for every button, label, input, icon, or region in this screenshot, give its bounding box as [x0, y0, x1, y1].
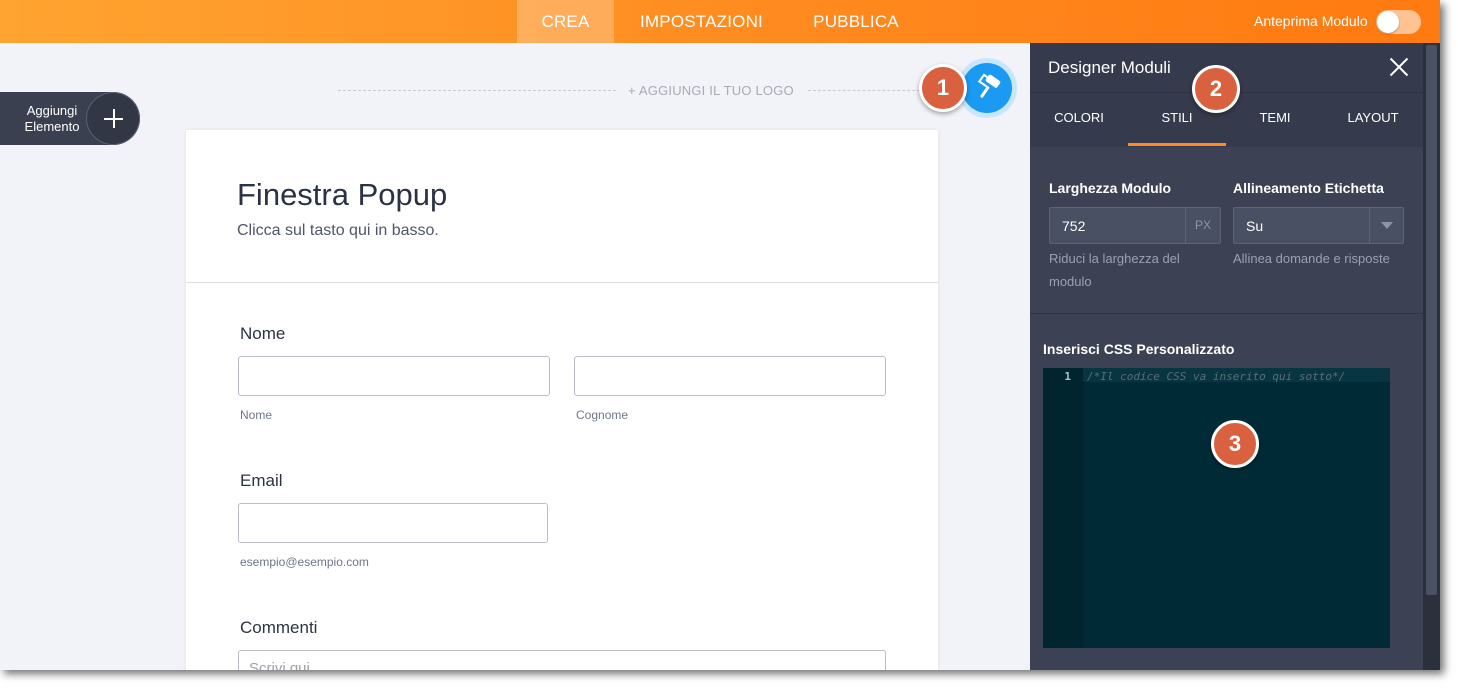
comments-question-label[interactable]: Commenti [240, 618, 317, 638]
last-name-input[interactable] [574, 356, 886, 396]
comments-textarea[interactable]: Scrivi qui... [238, 650, 886, 670]
form-designer-panel: Designer Moduli COLORI STILI TEMI LAYOUT… [1030, 43, 1440, 670]
form-subtitle[interactable]: Clicca sul tasto qui in basso. [237, 222, 439, 240]
top-nav-bar: CREA IMPOSTAZIONI PUBBLICA Anteprima Mod… [0, 0, 1440, 43]
name-question-label[interactable]: Nome [240, 324, 285, 344]
logo-dashed-line-right [808, 90, 920, 91]
email-question-label[interactable]: Email [240, 471, 283, 491]
email-input[interactable] [238, 503, 548, 543]
form-width-help: Riduci la larghezza del modulo [1049, 247, 1180, 293]
add-element-label-line1: Aggiungi [26, 103, 78, 118]
chevron-down-icon [1369, 208, 1403, 243]
form-divider [186, 282, 938, 283]
close-icon[interactable] [1387, 55, 1411, 79]
custom-css-label: Inserisci CSS Personalizzato [1043, 341, 1235, 357]
form-width-value: 752 [1062, 218, 1086, 234]
form-card: Finestra Popup Clicca sul tasto qui in b… [186, 130, 938, 670]
panel-divider [1030, 313, 1423, 314]
line-number: 1 [1064, 370, 1071, 383]
tab-impostazioni[interactable]: IMPOSTAZIONI [628, 0, 775, 43]
paint-roller-icon [962, 63, 1012, 113]
last-name-sublabel: Cognome [576, 408, 629, 422]
step-badge-1: 1 [919, 64, 967, 112]
preview-label: Anteprima Modulo [1254, 13, 1368, 29]
step-badge-2: 2 [1192, 65, 1240, 113]
app-window: CREA IMPOSTAZIONI PUBBLICA Anteprima Mod… [0, 0, 1440, 670]
form-width-label: Larghezza Modulo [1049, 180, 1172, 196]
add-element-button[interactable]: Aggiungi Elemento [0, 92, 140, 145]
toggle-knob [1377, 11, 1399, 33]
label-alignment-value: Su [1246, 218, 1264, 234]
add-logo-link[interactable]: + AGGIUNGI IL TUO LOGO [628, 83, 794, 98]
preview-toggle[interactable] [1376, 10, 1421, 34]
panel-scrollbar[interactable] [1423, 43, 1440, 670]
form-width-help-line1: Riduci la larghezza del [1049, 251, 1180, 266]
panel-title: Designer Moduli [1048, 58, 1171, 77]
css-code-comment[interactable]: /*Il codice CSS va inserito qui sotto*/ [1087, 370, 1345, 383]
plus-icon [86, 92, 140, 145]
first-name-sublabel: Nome [240, 408, 273, 422]
form-width-input[interactable]: 752 PX [1049, 207, 1221, 244]
tab-crea[interactable]: CREA [517, 0, 614, 43]
email-sublabel: esempio@esempio.com [240, 555, 369, 569]
tab-temi[interactable]: TEMI [1226, 93, 1324, 146]
label-alignment-label: Allineamento Etichetta [1233, 180, 1384, 196]
label-alignment-select[interactable]: Su [1233, 207, 1404, 244]
step-badge-3: 3 [1211, 420, 1259, 468]
code-gutter: 1 [1043, 368, 1083, 648]
comments-placeholder: Scrivi qui... [249, 660, 323, 670]
form-title[interactable]: Finestra Popup [237, 177, 447, 213]
custom-css-editor[interactable]: 1 /*Il codice CSS va inserito qui sotto*… [1043, 368, 1390, 648]
first-name-input[interactable] [238, 356, 550, 396]
panel-scroll-thumb[interactable] [1426, 45, 1437, 595]
label-alignment-help: Allinea domande e risposte [1233, 251, 1390, 266]
tab-colori[interactable]: COLORI [1030, 93, 1128, 146]
tab-pubblica[interactable]: PUBBLICA [800, 0, 912, 43]
form-width-unit: PX [1185, 208, 1220, 243]
form-width-help-line2: modulo [1049, 274, 1092, 289]
tab-layout[interactable]: LAYOUT [1324, 93, 1422, 146]
logo-dashed-line-left [338, 90, 616, 91]
add-element-label: Aggiungi Elemento [12, 103, 92, 135]
add-element-label-line2: Elemento [24, 119, 80, 134]
